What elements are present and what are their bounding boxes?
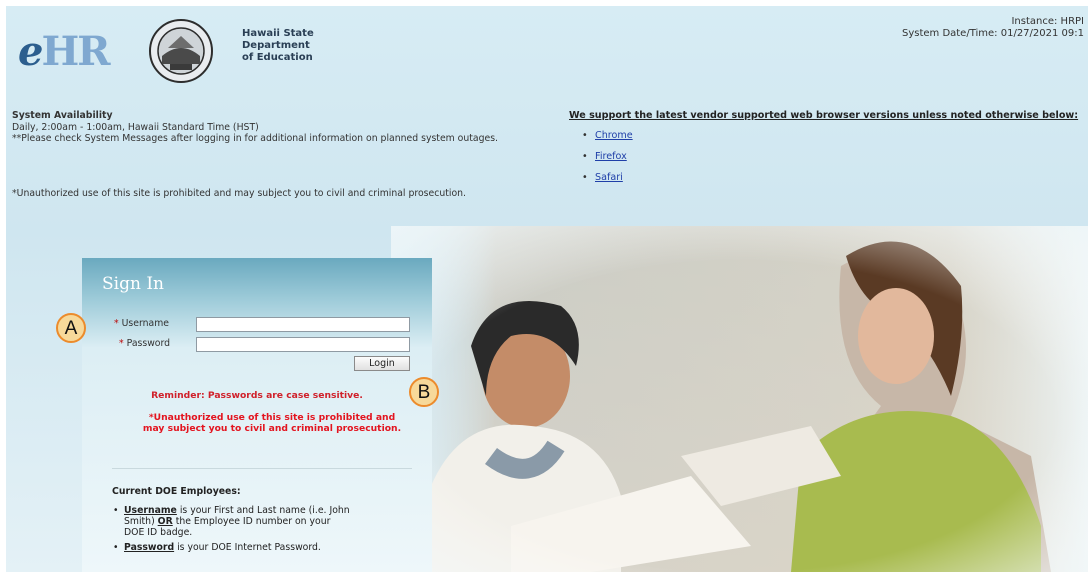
password-field[interactable] <box>196 337 410 352</box>
sign-in-panel: Sign In * Username * Password Login Remi… <box>82 258 432 572</box>
employee-heading: Current DOE Employees: <box>112 486 241 497</box>
system-availability: System Availability Daily, 2:00am - 1:00… <box>12 110 499 144</box>
sign-in-title: Sign In <box>102 274 164 294</box>
system-datetime: System Date/Time: 01/27/2021 09:1 <box>901 28 1084 39</box>
teacher-student-photo <box>391 226 1088 572</box>
firefox-link[interactable]: Firefox <box>595 151 627 162</box>
instance-info: Instance: HRPI System Date/Time: 01/27/2… <box>902 16 1084 40</box>
browser-support: We support the latest vendor supported w… <box>569 110 1088 193</box>
browser-support-header: We support the latest vendor supported w… <box>569 110 1079 121</box>
callout-b: B <box>409 377 439 407</box>
password-label: * Password <box>119 338 171 349</box>
password-instruction: Password is your DOE Internet Password. <box>113 542 352 553</box>
password-reminder: Reminder: Passwords are case sensitive. <box>151 390 363 401</box>
employee-instructions: Current DOE Employees: Username is your … <box>112 486 352 557</box>
doe-seal-icon <box>149 19 213 83</box>
safari-link[interactable]: Safari <box>595 172 623 183</box>
login-button[interactable]: Login <box>354 356 410 371</box>
chrome-link[interactable]: Chrome <box>595 130 633 141</box>
unauthorized-warning: *Unauthorized use of this site is prohib… <box>142 412 402 434</box>
department-name: Hawaii State Department of Education <box>242 28 314 63</box>
username-field[interactable] <box>196 317 410 332</box>
divider <box>112 468 412 469</box>
username-instruction: Username is your First and Last name (i.… <box>113 505 352 538</box>
unauthorized-notice: *Unauthorized use of this site is prohib… <box>12 188 467 199</box>
username-label: * Username <box>114 318 170 329</box>
ehr-logo: eHR <box>18 28 111 75</box>
instance-label: Instance: HRPI <box>1011 16 1084 27</box>
callout-a: A <box>56 313 86 343</box>
page-frame: eHR Hawaii State Department of Education… <box>6 6 1088 572</box>
